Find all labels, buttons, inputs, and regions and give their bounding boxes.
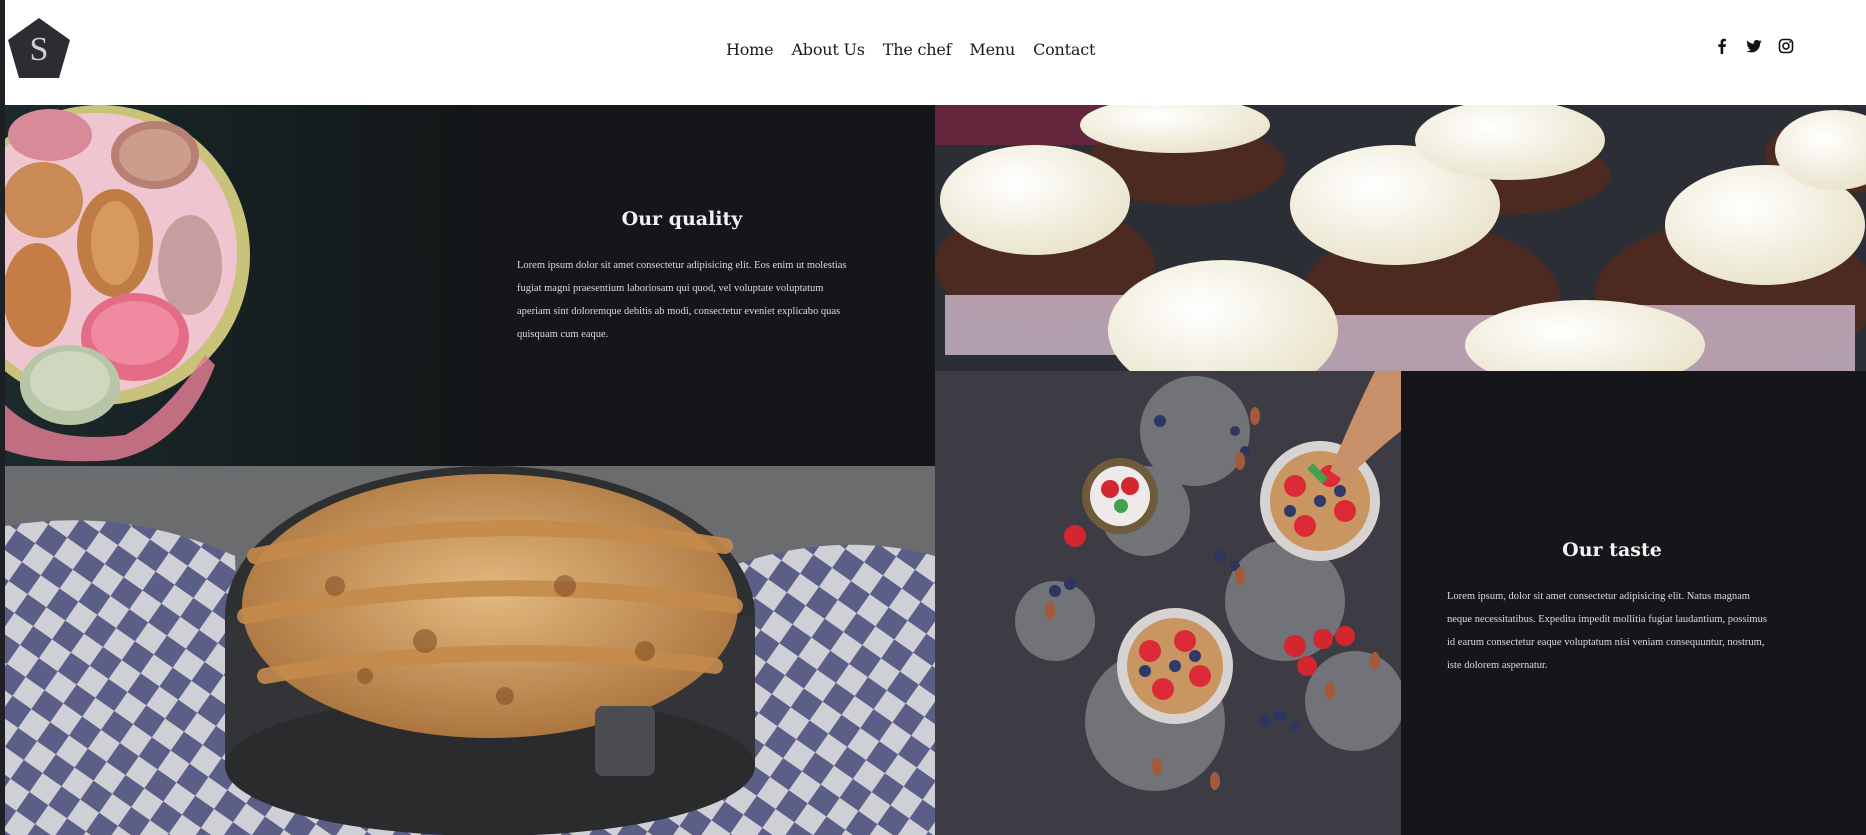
- nav-contact[interactable]: Contact: [1033, 40, 1095, 59]
- logo-letter: S: [30, 31, 49, 68]
- instagram-icon[interactable]: [1778, 38, 1794, 54]
- macarons-photo: [5, 105, 470, 466]
- social-links: [1714, 38, 1794, 54]
- taste-section: Our taste Lorem ipsum, dolor sit amet co…: [1401, 371, 1866, 835]
- nav-about-us[interactable]: About Us: [791, 40, 865, 59]
- cupcakes-photo: [935, 105, 1866, 371]
- berries-bowls-photo: [935, 371, 1401, 835]
- taste-title: Our taste: [1562, 539, 1662, 561]
- facebook-icon[interactable]: [1714, 38, 1730, 54]
- site-header: S Home About Us The chef Menu Contact: [5, 0, 1866, 105]
- quality-title: Our quality: [621, 208, 743, 230]
- brand-logo[interactable]: S: [5, 16, 73, 80]
- taste-body: Lorem ipsum, dolor sit amet consectetur …: [1447, 591, 1767, 671]
- nav-home[interactable]: Home: [726, 40, 774, 59]
- taste-text-block: Our taste Lorem ipsum, dolor sit amet co…: [1447, 539, 1777, 677]
- main-nav: Home About Us The chef Menu Contact: [726, 36, 1095, 62]
- nav-the-chef[interactable]: The chef: [883, 40, 952, 59]
- twitter-icon[interactable]: [1746, 38, 1762, 54]
- nav-menu[interactable]: Menu: [969, 40, 1015, 59]
- quality-body: Lorem ipsum dolor sit amet consectetur a…: [517, 260, 847, 340]
- quality-text-block: Our quality Lorem ipsum dolor sit amet c…: [517, 208, 847, 346]
- quality-section: Our quality Lorem ipsum dolor sit amet c…: [470, 105, 935, 466]
- apple-pie-photo: [5, 466, 935, 835]
